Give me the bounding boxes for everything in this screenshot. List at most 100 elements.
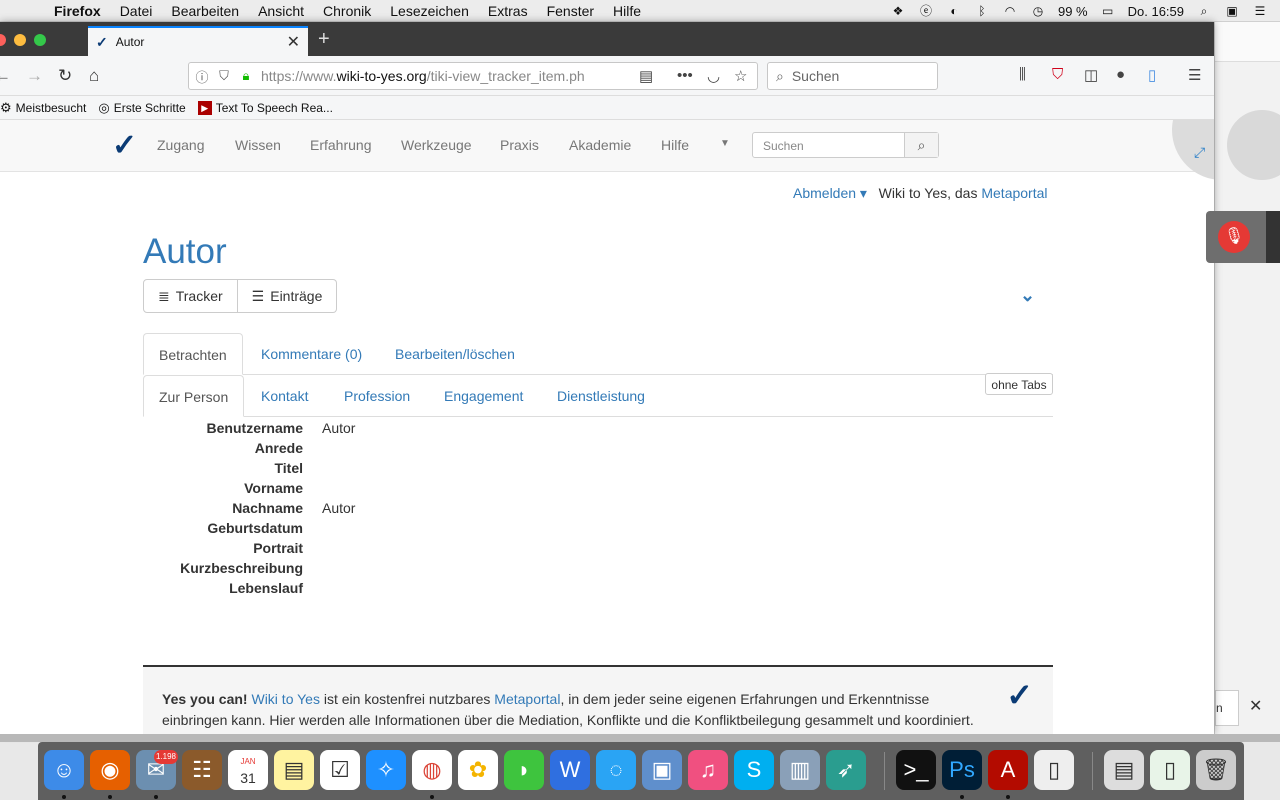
spotlight-icon[interactable]: ⌕: [1196, 4, 1212, 18]
menu-datei[interactable]: Datei: [120, 3, 153, 19]
chevron-down-icon[interactable]: ⌄: [1020, 285, 1035, 306]
chrome-icon[interactable]: ◍: [412, 750, 452, 790]
nav-zugang[interactable]: Zugang: [157, 137, 204, 153]
nav-wissen[interactable]: Wissen: [235, 137, 281, 153]
close-window-button[interactable]: [0, 34, 6, 46]
site-search-input[interactable]: Suchen: [753, 133, 904, 157]
nav-praxis[interactable]: Praxis: [500, 137, 539, 153]
calendar-icon[interactable]: JAN 31: [228, 750, 268, 790]
lock-icon[interactable]: 🔒︎: [237, 68, 255, 84]
contacts-icon[interactable]: ☷: [182, 750, 222, 790]
reader-view-icon[interactable]: ▤: [639, 67, 653, 85]
footer-wiki-link[interactable]: Wiki to Yes: [251, 691, 319, 707]
notes-icon[interactable]: ▤: [274, 750, 314, 790]
nav-hilfe[interactable]: Hilfe: [661, 137, 689, 153]
battery-icon[interactable]: ▭: [1100, 4, 1116, 18]
info-icon[interactable]: ⓘ: [193, 67, 211, 86]
display-icon[interactable]: ▣: [1224, 4, 1240, 18]
firefox-icon[interactable]: ◉: [90, 750, 130, 790]
menu-chronik[interactable]: Chronik: [323, 3, 371, 19]
footer-metaportal-link[interactable]: Metaportal: [494, 691, 560, 707]
ublock-icon[interactable]: ⛉: [1052, 66, 1063, 83]
tab-close-icon[interactable]: ✕: [287, 32, 300, 52]
browser-search-input[interactable]: ⌕ Suchen: [767, 62, 938, 90]
ohne-tabs-button[interactable]: ohne Tabs: [985, 373, 1053, 395]
documents-stack-icon[interactable]: ▯: [1150, 750, 1190, 790]
zoom-window-button[interactable]: [34, 34, 46, 46]
menu-extras[interactable]: Extras: [488, 3, 528, 19]
photoshop-icon[interactable]: Ps: [942, 750, 982, 790]
finder-icon[interactable]: ☺: [44, 750, 84, 790]
bookmark-star-icon[interactable]: ☆: [734, 67, 747, 85]
nav-akademie[interactable]: Akademie: [569, 137, 631, 153]
keynote-icon[interactable]: ▣: [642, 750, 682, 790]
forward-icon[interactable]: →: [26, 66, 43, 86]
url-bar[interactable]: ⓘ ⛉ 🔒︎ https://www.wiki-to-yes.org/tiki-…: [188, 62, 758, 90]
bookmark-text-to-speech[interactable]: ▶ Text To Speech Rea...: [197, 100, 333, 115]
app-status-icon[interactable]: ◐: [946, 4, 962, 18]
evernote-dock-icon[interactable]: ◗: [504, 750, 544, 790]
dropbox-icon[interactable]: ❖: [890, 4, 906, 18]
hamburger-menu-icon[interactable]: ☰: [1188, 66, 1201, 84]
preview-icon[interactable]: ▥: [780, 750, 820, 790]
messages-icon[interactable]: ◌: [596, 750, 636, 790]
tab-engagement[interactable]: Engagement: [429, 375, 538, 417]
pocket-icon[interactable]: ◡: [707, 67, 720, 85]
logout-link[interactable]: Abmelden ▾: [793, 185, 867, 201]
site-search-button[interactable]: ⌕: [904, 133, 938, 157]
menu-lesezeichen[interactable]: Lesezeichen: [390, 3, 469, 19]
nav-werkzeuge[interactable]: Werkzeuge: [401, 137, 472, 153]
tab-kontakt[interactable]: Kontakt: [246, 375, 323, 417]
page-actions-icon[interactable]: •••: [677, 67, 693, 84]
library-icon[interactable]: ⫼: [1019, 66, 1026, 83]
tracking-shield-icon[interactable]: ⛉: [215, 68, 233, 84]
extension-icon[interactable]: ●: [1116, 66, 1125, 83]
tab-betrachten[interactable]: Betrachten: [143, 333, 243, 375]
time-machine-icon[interactable]: ◷: [1030, 4, 1046, 18]
bookmark-erste-schritte[interactable]: ◎ Erste Schritte: [98, 100, 185, 116]
bookmark-meistbesucht[interactable]: ⚙ Meistbesucht: [0, 100, 86, 116]
photos-icon[interactable]: ✿: [458, 750, 498, 790]
expand-icon[interactable]: ⤢: [1194, 144, 1205, 161]
tab-dienstleistung[interactable]: Dienstleistung: [542, 375, 660, 417]
menu-bearbeiten[interactable]: Bearbeiten: [171, 3, 239, 19]
metaportal-link[interactable]: Metaportal: [981, 185, 1047, 201]
back-icon[interactable]: ←: [0, 66, 11, 86]
document-icon[interactable]: ▯: [1034, 750, 1074, 790]
microphone-icon[interactable]: 🎙︎: [1218, 221, 1250, 253]
browser-tab-active[interactable]: ✓ Autor ✕: [88, 26, 308, 56]
skype-icon[interactable]: S: [734, 750, 774, 790]
app-dock-icon[interactable]: ➶: [826, 750, 866, 790]
menu-app-firefox[interactable]: Firefox: [54, 3, 101, 19]
tracker-button[interactable]: ≣ Tracker: [143, 279, 238, 313]
reload-icon[interactable]: ↻: [58, 66, 72, 86]
entries-button[interactable]: ☰ Einträge: [237, 279, 338, 313]
menu-fenster[interactable]: Fenster: [547, 3, 594, 19]
downloads-stack-icon[interactable]: ▤: [1104, 750, 1144, 790]
nav-more-caret-icon[interactable]: ▼: [720, 138, 730, 149]
close-icon[interactable]: ✕: [1249, 696, 1262, 716]
itunes-icon[interactable]: ♫: [688, 750, 728, 790]
new-tab-icon[interactable]: +: [318, 28, 330, 51]
site-logo-check-icon[interactable]: ✓: [112, 128, 137, 163]
menu-ansicht[interactable]: Ansicht: [258, 3, 304, 19]
acrobat-icon[interactable]: A: [988, 750, 1028, 790]
nav-erfahrung[interactable]: Erfahrung: [310, 137, 371, 153]
tab-profession[interactable]: Profession: [329, 375, 425, 417]
reminders-icon[interactable]: ☑: [320, 750, 360, 790]
tab-kommentare[interactable]: Kommentare (0): [246, 333, 377, 375]
evernote-icon[interactable]: ⓔ: [918, 4, 934, 18]
minimize-window-button[interactable]: [14, 34, 26, 46]
url-text[interactable]: https://www.wiki-to-yes.org/tiki-view_tr…: [261, 68, 631, 84]
bluetooth-icon[interactable]: ᛒ: [974, 4, 990, 18]
home-icon[interactable]: ⌂: [89, 66, 99, 86]
wifi-icon[interactable]: ◠: [1002, 4, 1018, 18]
trash-icon[interactable]: 🗑︎: [1196, 750, 1236, 790]
safari-icon[interactable]: ✧: [366, 750, 406, 790]
sidebar-icon[interactable]: ◫: [1084, 66, 1098, 84]
document-extension-icon[interactable]: ▯: [1148, 66, 1156, 84]
notification-center-icon[interactable]: ☰: [1252, 4, 1268, 18]
fullscreen-toggle[interactable]: ⤢: [1172, 120, 1214, 180]
speech-widget-handle[interactable]: [1266, 211, 1280, 263]
tab-zur-person[interactable]: Zur Person: [143, 375, 245, 417]
